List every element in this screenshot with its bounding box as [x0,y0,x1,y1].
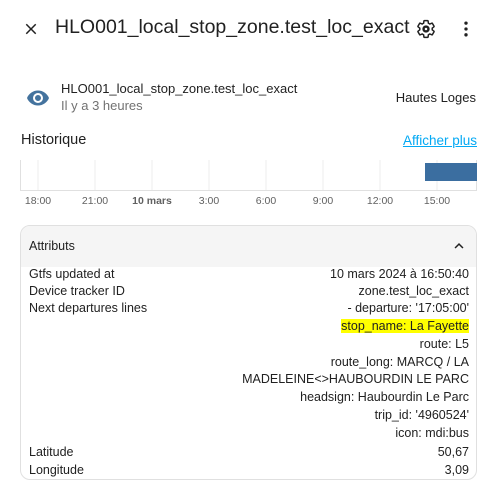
timeline-tick-label: 10 mars [132,195,172,207]
last-changed-time: Il y a 3 heures [61,98,143,113]
timeline-tick-label: 6:00 [255,195,277,207]
timeline-tick-label: 9:00 [312,195,334,207]
attribute-value: route_long: MARCQ / LA [330,355,469,369]
more-options-button[interactable] [451,14,481,44]
show-more-link[interactable]: Afficher plus [403,133,477,148]
history-timeline[interactable]: 18:00 21:00 10 mars 3:00 6:00 9:00 12:00 15:00 [20,160,477,210]
settings-button[interactable] [411,14,441,44]
attribute-row: Latitude 50,67 [29,445,469,462]
gear-icon [417,19,435,39]
timeline-tick-label: 18:00 [24,195,52,207]
attribute-label: Gtfs updated at [29,267,115,281]
timeline-tick-label: 3:00 [198,195,220,207]
dialog-header: HLO001_local_stop_zone.test_loc_exact [0,0,493,58]
timeline-tick-label: 12:00 [366,195,394,207]
history-state-bar [425,163,477,181]
attribute-value: trip_id: '4960524' [374,408,469,422]
attribute-row: trip_id: '4960524' [29,408,469,425]
attribute-row: icon: mdi:bus [29,426,469,443]
entity-state-row: HLO001_local_stop_zone.test_loc_exact Il… [20,78,476,118]
close-icon [25,23,37,35]
attribute-value: icon: mdi:bus [395,426,469,440]
dialog-title: HLO001_local_stop_zone.test_loc_exact [55,16,410,38]
timeline-chart [20,160,477,191]
timeline-tick-label: 21:00 [81,195,109,207]
attributes-title: Attributs [29,239,75,253]
history-title: Historique [21,132,87,148]
attribute-row: route: L5 [29,337,469,354]
attribute-value: - departure: '17:05:00' [347,301,469,315]
attribute-value: stop_name: La Fayette [341,319,469,333]
entity-name: HLO001_local_stop_zone.test_loc_exact [61,81,298,96]
attribute-row: Gtfs updated at 10 mars 2024 à 16:50:40 [29,267,469,284]
attribute-row: Device tracker ID zone.test_loc_exact [29,284,469,301]
state-value: Hautes Loges [395,90,476,105]
attribute-label: Next departures lines [29,301,148,315]
attribute-label: Longitude [29,463,84,477]
attributes-card: Attributs Gtfs updated at 10 mars 2024 à … [20,225,477,480]
attribute-value: 50,67 [437,445,469,459]
attributes-expander[interactable]: Attributs [21,226,476,267]
close-button[interactable] [16,14,46,44]
attribute-row: Longitude 3,09 [29,463,469,479]
eye-icon [27,90,49,106]
attribute-value: route: L5 [419,337,469,351]
attribute-value: headsign: Haubourdin Le Parc [300,390,469,404]
attribute-label: Device tracker ID [29,284,125,298]
attribute-label: Latitude [29,445,74,459]
attribute-row: headsign: Haubourdin Le Parc [29,390,469,407]
attribute-value: MADELEINE<>HAUBOURDIN LE PARC [242,372,469,386]
chevron-up-icon [454,243,464,249]
attribute-value: zone.test_loc_exact [358,284,470,298]
timeline-tick-label: 15:00 [423,195,451,207]
dots-vertical-icon [464,21,468,37]
attribute-row: stop_name: La Fayette [29,319,469,336]
attribute-value: 3,09 [444,463,469,477]
attribute-value: 10 mars 2024 à 16:50:40 [330,267,469,281]
more-info-dialog: HLO001_local_stop_zone.test_loc_exact HL… [0,0,493,499]
attribute-row: Next departures lines - departure: '17:05… [29,301,469,318]
attribute-row: MADELEINE<>HAUBOURDIN LE PARC [29,372,469,389]
attribute-row: route_long: MARCQ / LA [29,355,469,372]
